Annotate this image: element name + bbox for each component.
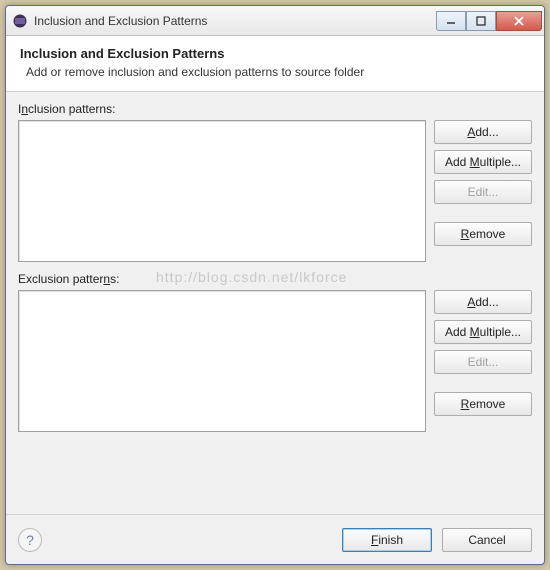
exclusion-edit-button: Edit...: [434, 350, 532, 374]
page-title: Inclusion and Exclusion Patterns: [20, 46, 530, 61]
inclusion-remove-button[interactable]: Remove: [434, 222, 532, 246]
inclusion-label: Inclusion patterns:: [18, 102, 532, 116]
help-icon[interactable]: ?: [18, 528, 42, 552]
exclusion-buttons: Add... Add Multiple... Edit... Remove: [434, 290, 532, 432]
page-subtitle: Add or remove inclusion and exclusion pa…: [20, 65, 530, 79]
inclusion-section: Inclusion patterns: Add... Add Multiple.…: [18, 102, 532, 262]
cancel-button[interactable]: Cancel: [442, 528, 532, 552]
exclusion-add-multiple-button[interactable]: Add Multiple...: [434, 320, 532, 344]
close-button[interactable]: [496, 11, 542, 31]
window-controls: [436, 11, 542, 31]
dialog-footer: ? Finish Cancel: [6, 514, 544, 564]
inclusion-buttons: Add... Add Multiple... Edit... Remove: [434, 120, 532, 262]
finish-button[interactable]: Finish: [342, 528, 432, 552]
titlebar[interactable]: Inclusion and Exclusion Patterns: [6, 6, 544, 36]
exclusion-section: Exclusion patterns: Add... Add Multiple.…: [18, 272, 532, 432]
window-title: Inclusion and Exclusion Patterns: [34, 14, 436, 28]
exclusion-listbox[interactable]: [18, 290, 426, 432]
eclipse-icon: [12, 13, 28, 29]
minimize-button[interactable]: [436, 11, 466, 31]
inclusion-add-multiple-button[interactable]: Add Multiple...: [434, 150, 532, 174]
dialog-window: Inclusion and Exclusion Patterns Inclusi…: [5, 5, 545, 565]
maximize-button[interactable]: [466, 11, 496, 31]
inclusion-listbox[interactable]: [18, 120, 426, 262]
dialog-content: Inclusion patterns: Add... Add Multiple.…: [6, 92, 544, 514]
dialog-header: Inclusion and Exclusion Patterns Add or …: [6, 36, 544, 92]
exclusion-remove-button[interactable]: Remove: [434, 392, 532, 416]
inclusion-edit-button: Edit...: [434, 180, 532, 204]
exclusion-add-button[interactable]: Add...: [434, 290, 532, 314]
exclusion-label: Exclusion patterns:: [18, 272, 532, 286]
inclusion-add-button[interactable]: Add...: [434, 120, 532, 144]
